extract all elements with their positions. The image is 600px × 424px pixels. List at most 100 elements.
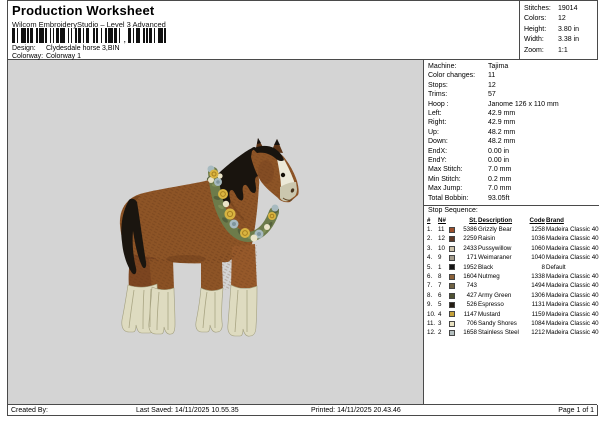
thread-code: 1306: [531, 291, 545, 299]
thread-color-swatch: [449, 330, 455, 337]
page-title: Production Worksheet: [12, 3, 155, 18]
column-header: N#: [438, 216, 446, 224]
machine-info-value: 12: [488, 81, 496, 89]
thread-brand: Madeira Classic 40: [546, 235, 599, 243]
summary-value: 3.38 in: [558, 36, 580, 44]
column-header: Description: [478, 216, 513, 224]
stitch-count: 1604: [463, 273, 477, 281]
design-label: Design:: [12, 45, 36, 52]
num: 4.: [427, 254, 433, 262]
thread-code: 8: [541, 263, 545, 271]
thread-description: Grizzly Bear: [478, 226, 512, 233]
machine-info-value: Janome 126 x 110 mm: [488, 100, 559, 108]
colorway-value: Colorway 1: [46, 53, 82, 60]
thread-color-swatch: [449, 320, 455, 327]
machine-info-row: EndY: 0.00 in: [428, 156, 599, 165]
thread-brand: Madeira Classic 40: [546, 301, 599, 309]
machine-info-value: 11: [488, 72, 496, 80]
stitch-count: 171: [466, 254, 477, 262]
stitch-count: 2433: [463, 244, 477, 252]
thread-color-swatch: [449, 273, 455, 280]
machine-info-panel: Machine: Tajima Color changes: 11 Stops: 12 Tr…: [424, 60, 599, 405]
design-preview-area: [8, 60, 424, 405]
stop-sequence-row: 3. 10 2433 Pussywillow 1060 Madeira Classic 4…: [427, 244, 599, 253]
stop-sequence-row: 7. 7 743 1494 Madeira Classic 40: [427, 281, 599, 290]
thread-code: 1258: [531, 226, 545, 233]
machine-info-label: Min Stitch:: [428, 175, 461, 183]
stop-sequence-table: # N# St. Description Code Brand 1. 11 5386 Grizz…: [424, 216, 599, 338]
num: 12.: [427, 329, 436, 337]
stitch-count: 1147: [463, 310, 477, 318]
stop-sequence-title: Stop Sequence:: [428, 207, 478, 215]
thread-color-swatch: [449, 264, 455, 271]
machine-info-label: Machine:: [428, 63, 457, 70]
n-number: 5: [438, 301, 442, 309]
machine-info-label: EndY:: [428, 157, 447, 165]
machine-info-label: Trims:: [428, 91, 448, 99]
thread-brand: Madeira Classic 40: [546, 244, 599, 252]
stitch-count: 743: [466, 282, 477, 290]
summary-row: Width: 3.38 in: [524, 35, 597, 45]
stop-sequence-row: 10. 4 1147 Mustard 1159 Madeira Classic 40: [427, 310, 599, 319]
thread-brand: Madeira Classic 40: [546, 320, 599, 328]
thread-color-swatch: [449, 311, 455, 318]
thread-description: Mustard: [478, 310, 501, 318]
machine-info-row: Right: 42.9 mm: [428, 118, 599, 127]
summary-value: 19014: [558, 5, 578, 12]
machine-info-value: 48.2 mm: [488, 138, 516, 146]
summary-row: Stitches: 19014: [524, 4, 597, 14]
stop-sequence-row: 9. 5 526 Espresso 1131 Madeira Classic 40: [427, 300, 599, 309]
column-header: #: [427, 216, 431, 224]
thread-description: Pussywillow: [478, 244, 512, 252]
thread-color-swatch: [449, 283, 455, 290]
thread-description: Raisin: [478, 235, 496, 243]
machine-info-label: Down:: [428, 138, 448, 146]
barcode-space: [166, 28, 168, 43]
machine-info-label: Total Bobbin:: [428, 194, 469, 202]
stitch-count: 2259: [463, 235, 477, 243]
machine-info-label: Right:: [428, 119, 447, 127]
n-number: 10: [438, 244, 445, 252]
stitch-count: 526: [466, 301, 477, 309]
machine-info-row: Up: 48.2 mm: [428, 128, 599, 137]
machine-info-label: Color changes:: [428, 72, 476, 80]
n-number: 8: [438, 273, 442, 281]
summary-value: 1:1: [558, 46, 568, 54]
stitch-count: 1658: [463, 329, 477, 337]
colorway-row: Colorway: Colorway 1: [12, 53, 81, 60]
machine-info-row: Hoop : Janome 126 x 110 mm: [428, 100, 599, 109]
stop-sequence-row: 4. 9 171 Weimaraner 1040 Madeira Classic 40: [427, 253, 599, 262]
n-number: 7: [438, 282, 442, 290]
summary-value: 3.80 in: [558, 25, 580, 33]
stitch-count: 5386: [463, 226, 477, 233]
summary-row: Colors: 12: [524, 14, 597, 24]
thread-brand: Madeira Classic 40: [546, 282, 599, 290]
num: 7.: [427, 282, 433, 290]
thread-brand: Madeira Classic 40: [546, 291, 599, 299]
design-row: Design: Clydesdale horse 3,BIN: [12, 45, 120, 52]
thread-brand: Madeira Classic 40: [546, 254, 599, 262]
stop-sequence-row: 6. 8 1604 Nutmeg 1338 Madeira Classic 40: [427, 272, 599, 281]
thread-color-swatch: [449, 236, 455, 243]
header: Production Worksheet Wilcom EmbroiderySt…: [8, 1, 597, 60]
thread-brand: Default: [546, 263, 566, 271]
worksheet-sheet: Production Worksheet Wilcom EmbroiderySt…: [7, 0, 599, 416]
thread-code: 1036: [531, 235, 545, 243]
thread-code: 1212: [531, 329, 545, 337]
summary-value: 12: [558, 15, 566, 23]
summary-label: Colors:: [524, 15, 547, 23]
thread-color-swatch: [449, 245, 455, 252]
machine-info-label: Up:: [428, 128, 439, 136]
thread-code: 1131: [531, 301, 545, 309]
thread-code: 1040: [531, 254, 545, 262]
thread-description: Sandy Shores: [478, 320, 517, 328]
machine-info-value: 48.2 mm: [488, 128, 516, 136]
num: 2.: [427, 235, 433, 243]
machine-info-value: 42.9 mm: [488, 110, 516, 118]
stitch-count: 1952: [463, 263, 477, 271]
column-header: St.: [469, 216, 477, 224]
thread-description: Weimaraner: [478, 254, 512, 262]
machine-info-value: 7.0 mm: [488, 166, 512, 174]
thread-brand: Madeira Classic 40: [546, 273, 599, 281]
num: 5.: [427, 263, 433, 271]
